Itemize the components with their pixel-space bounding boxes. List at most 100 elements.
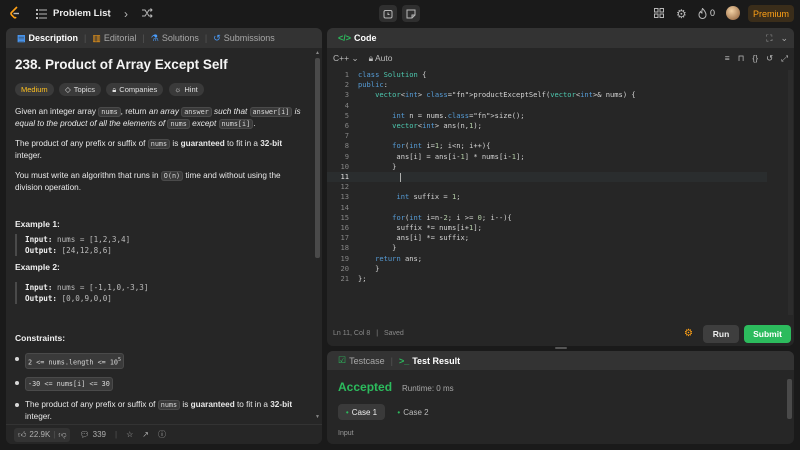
- code-text: vector<int> class="fn">productExceptSelf…: [375, 90, 636, 100]
- settings-gear-icon[interactable]: ⚙: [676, 7, 687, 21]
- run-button[interactable]: Run: [703, 325, 739, 343]
- code-line[interactable]: 18 }: [327, 243, 767, 253]
- line-number: 12: [340, 182, 349, 192]
- code-line[interactable]: 11: [327, 172, 767, 183]
- saved-status: Saved: [383, 330, 404, 337]
- description-footer: 👍︎ 22.9K | 👎︎ 💬︎ 339 | ☆ ↗ ⓘ: [6, 424, 322, 444]
- topics-tag[interactable]: ◇ Topics: [58, 83, 102, 96]
- format-icon[interactable]: ≡: [725, 53, 730, 63]
- panel-splitter[interactable]: [555, 347, 567, 349]
- leetcode-logo-icon[interactable]: [8, 6, 22, 20]
- line-number: 10: [340, 161, 349, 171]
- code-line[interactable]: 1 class Solution {: [327, 70, 767, 80]
- code-line[interactable]: 8 for(int i=1; i<n; i++){: [327, 141, 767, 151]
- tab-solutions[interactable]: ⚗ Solutions: [146, 33, 204, 44]
- star-icon[interactable]: ☆: [126, 430, 133, 439]
- code-line[interactable]: 10 }: [327, 162, 767, 172]
- book-icon: ▥: [92, 32, 101, 43]
- next-problem-icon[interactable]: ›: [124, 7, 128, 21]
- result-status: Accepted Runtime: 0 ms: [338, 380, 454, 394]
- comments-button[interactable]: 💬︎ 339: [79, 430, 106, 439]
- braces-icon[interactable]: {}: [752, 53, 758, 63]
- comment-icon: 💬︎: [79, 430, 90, 439]
- code-line[interactable]: 5 int n = nums.class="fn">size();: [327, 111, 767, 121]
- shuffle-icon[interactable]: [142, 8, 153, 18]
- constraint-2: -30 <= nums[i] <= 30: [15, 377, 308, 392]
- code-line[interactable]: 13 int suffix = 1;: [327, 192, 767, 202]
- code-text: for(int i=n-2; i >= 0; i--){: [392, 212, 512, 222]
- case-tab-1[interactable]: • Case 1: [338, 404, 385, 420]
- menu-icon[interactable]: [36, 8, 47, 19]
- code-line[interactable]: 6 vector<int> ans(n,1);: [327, 121, 767, 131]
- code-text: return ans;: [375, 253, 423, 263]
- prev-problem-icon[interactable]: ‹: [107, 7, 111, 21]
- tab-test-result[interactable]: >_ Test Result: [394, 356, 465, 366]
- code-line[interactable]: 3 vector<int> class="fn">productExceptSe…: [327, 90, 767, 100]
- tab-description[interactable]: ▤ Description: [12, 33, 83, 44]
- help-icon[interactable]: ⓘ: [158, 429, 166, 440]
- code-line[interactable]: 12: [327, 182, 767, 192]
- comment-count: 339: [92, 430, 106, 439]
- code-line[interactable]: 9 ans[i] = ans[i-1] * nums[i-1];: [327, 152, 767, 162]
- problem-list-link[interactable]: Problem List: [53, 8, 111, 19]
- thumbs-down-icon[interactable]: 👎︎: [58, 430, 66, 440]
- bookmark-icon[interactable]: ⊓: [738, 53, 745, 64]
- code-text: ans[i] = ans[i-1] * nums[i-1];: [358, 151, 525, 161]
- timer-button[interactable]: [379, 5, 397, 22]
- layout-grid-icon[interactable]: [654, 8, 664, 18]
- code-line[interactable]: 15 for(int i=n-2; i >= 0; i--){: [327, 213, 767, 223]
- code-line[interactable]: 17 ans[i] *= suffix;: [327, 233, 767, 243]
- code-line[interactable]: 7: [327, 131, 767, 141]
- result-scrollbar[interactable]: [787, 373, 792, 441]
- input-label: Input: [338, 430, 354, 437]
- companies-tag[interactable]: 🔒︎ Companies: [106, 83, 164, 96]
- tab-testcase[interactable]: ☑ Testcase: [333, 355, 390, 366]
- notes-button[interactable]: [402, 5, 420, 22]
- line-number: 1: [344, 70, 349, 79]
- history-icon: ↺: [213, 32, 221, 43]
- code-line[interactable]: 21};: [327, 274, 767, 284]
- code-line[interactable]: 14: [327, 203, 767, 213]
- language-select[interactable]: C++ ⌄: [333, 53, 359, 64]
- case-tab-2[interactable]: • Case 2: [393, 404, 433, 420]
- line-number: 7: [344, 131, 349, 141]
- code-line[interactable]: 19 return ans;: [327, 254, 767, 264]
- hint-tag[interactable]: ☼ Hint: [168, 83, 204, 96]
- code-text: class Solution {: [358, 70, 427, 79]
- line-number: 19: [340, 253, 349, 263]
- flask-icon: ⚗: [150, 32, 159, 43]
- code-line[interactable]: 2 public:: [327, 80, 767, 90]
- code-line[interactable]: 16 suffix *= nums[i+1];: [327, 223, 767, 233]
- problem-tags: Medium ◇ Topics 🔒︎ Companies ☼ Hint: [15, 83, 308, 97]
- fullscreen-icon[interactable]: ⤢: [781, 53, 788, 64]
- code-line[interactable]: 4: [327, 101, 767, 111]
- auto-mode[interactable]: 🔒︎ Auto: [369, 53, 393, 64]
- problem-title[interactable]: 238. Product of Array Except Self: [15, 58, 308, 77]
- streak-fire-icon[interactable]: [698, 8, 707, 19]
- tab-editorial[interactable]: ▥ Editorial: [87, 33, 141, 44]
- avatar[interactable]: [726, 6, 740, 20]
- code-text: ans[i] *= suffix;: [358, 233, 470, 243]
- submit-button[interactable]: Submit: [744, 325, 791, 343]
- code-editor[interactable]: 1 class Solution {2 public: 3 vector<int> c…: [327, 70, 787, 320]
- example-2-title: Example 2:: [15, 262, 60, 272]
- description-scrollbar[interactable]: ▲ ▼: [315, 50, 320, 420]
- constraint-3: The product of any prefix or suffix of n…: [15, 399, 308, 423]
- tab-submissions[interactable]: ↺ Submissions: [208, 33, 280, 44]
- problem-statement-3: You must write an algorithm that runs in…: [15, 171, 281, 192]
- line-number: 18: [340, 243, 349, 253]
- lock-icon: 🔒︎: [368, 52, 374, 63]
- collapse-icon[interactable]: ⌄: [780, 33, 788, 44]
- editor-scrollbar[interactable]: [788, 70, 793, 315]
- expand-icon[interactable]: ⛶: [766, 33, 772, 44]
- debug-icon[interactable]: ⚙: [684, 328, 693, 339]
- code-text: }: [358, 161, 397, 171]
- like-button[interactable]: 👍︎ 22.9K | 👎︎: [14, 427, 71, 442]
- share-icon[interactable]: ↗: [142, 430, 149, 439]
- reset-icon[interactable]: ↺: [766, 53, 773, 64]
- code-line[interactable]: 20 }: [327, 264, 767, 274]
- code-text: int suffix = 1;: [396, 192, 461, 202]
- tab-code[interactable]: </> Code: [333, 33, 382, 43]
- line-number: 2: [344, 80, 349, 90]
- premium-button[interactable]: Premium: [748, 5, 794, 22]
